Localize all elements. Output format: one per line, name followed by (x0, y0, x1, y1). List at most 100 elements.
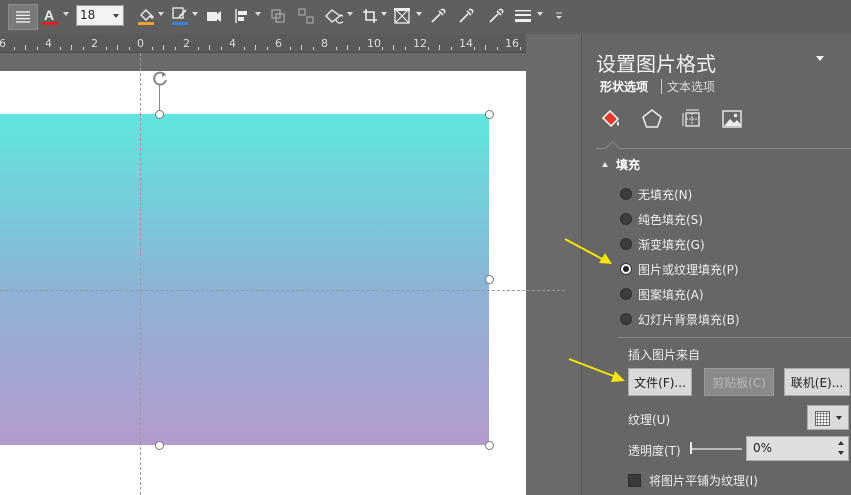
resize-handle-top-right[interactable] (485, 110, 494, 119)
ruler-tick (347, 45, 348, 50)
texture-label: 纹理(U) (628, 413, 671, 427)
ruler-tick (13, 47, 15, 50)
ruler-label: 16 (505, 37, 519, 50)
crop-icon[interactable] (360, 4, 380, 28)
tab-shape-options[interactable]: 形状选项 (600, 78, 648, 95)
tile-picture-checkbox[interactable]: 将图片平铺为纹理(I) (628, 472, 758, 489)
radio-button[interactable] (620, 313, 632, 325)
collapse-triangle-icon (602, 162, 608, 167)
radio-gradient-fill[interactable]: 渐变填充(G) (620, 235, 705, 253)
rotate-dropdown-icon[interactable] (347, 12, 353, 16)
resize-handle-right[interactable] (485, 275, 494, 284)
ruler-tick (243, 47, 245, 50)
font-size-value: 18 (80, 8, 96, 22)
fill-dropdown-icon[interactable] (158, 12, 164, 16)
crop-dropdown-icon[interactable] (381, 12, 387, 16)
ruler-tick (82, 47, 84, 50)
checkbox[interactable] (628, 474, 641, 487)
radio-button[interactable] (620, 238, 632, 250)
line-dropdown-icon[interactable] (192, 12, 198, 16)
radio-label: 图案填充(A) (638, 287, 704, 302)
ruler-tick (25, 45, 26, 50)
ungroup-icon[interactable] (296, 4, 316, 28)
radio-solid-fill[interactable]: 纯色填充(S) (620, 210, 703, 228)
sub-divider (618, 337, 851, 338)
line-color-icon[interactable] (170, 4, 190, 28)
size-properties-icon[interactable] (679, 106, 705, 132)
texture-picker[interactable] (807, 405, 849, 430)
radio-button[interactable] (620, 288, 632, 300)
online-button[interactable]: 联机(E)... (784, 368, 850, 396)
radio-label: 纯色填充(S) (638, 212, 703, 227)
ruler-tick (485, 45, 486, 50)
fill-section-header[interactable]: 填充 (602, 156, 640, 173)
ruler-tick (381, 47, 383, 50)
ruler-label: 8 (321, 37, 328, 50)
line-weight-icon[interactable] (512, 4, 534, 28)
ruler-label: 14 (459, 37, 473, 50)
align-justify-icon[interactable] (8, 4, 38, 30)
fill-line-icon[interactable] (598, 106, 624, 132)
radio-no-fill[interactable]: 无填充(N) (620, 185, 692, 203)
eyedropper-icon[interactable] (428, 4, 448, 28)
radio-label: 无填充(N) (638, 187, 693, 202)
insert-picture-from-label: 插入图片来自 (628, 348, 701, 362)
transparency-slider[interactable] (690, 448, 742, 450)
radio-slide-background-fill[interactable]: 幻灯片背景填充(B) (620, 310, 740, 328)
ruler-label: 12 (413, 37, 427, 50)
radio-button[interactable] (620, 188, 632, 200)
eyedropper-line-icon[interactable] (456, 4, 476, 28)
eyedropper-fill-icon[interactable] (486, 4, 506, 28)
line-weight-dropdown-icon[interactable] (537, 12, 543, 16)
font-color-icon[interactable]: A (40, 4, 60, 28)
radio-picture-texture-fill[interactable]: 图片或纹理填充(P) (620, 260, 739, 278)
transparency-slider-thumb[interactable] (690, 442, 692, 454)
radio-button[interactable] (620, 213, 632, 225)
rotate-handle-icon[interactable] (151, 69, 169, 87)
ruler-tick (151, 47, 153, 50)
more-icon[interactable] (552, 4, 566, 28)
radio-pattern-fill[interactable]: 图案填充(A) (620, 285, 704, 303)
tab-text-options[interactable]: 文本选项 (667, 78, 715, 95)
ruler-label: 4 (45, 37, 52, 50)
spin-up-icon[interactable] (838, 441, 844, 445)
file-button[interactable]: 文件(F)... (628, 368, 692, 396)
ruler-tick (255, 45, 256, 50)
ruler-tick (289, 47, 291, 50)
crop-shape-icon[interactable] (392, 4, 412, 28)
picture-icon[interactable] (719, 106, 745, 132)
ruler-tick (117, 45, 118, 50)
annotation-arrow-icon (568, 358, 625, 382)
resize-handle-top[interactable] (155, 110, 164, 119)
resize-handle-bottom-right[interactable] (485, 441, 494, 450)
ruler-label: 0 (137, 37, 144, 50)
font-size-input[interactable]: 18 (76, 5, 124, 26)
fill-bucket-icon[interactable] (136, 4, 156, 28)
resize-handle-bottom[interactable] (155, 441, 164, 450)
transparency-input[interactable]: 0% (746, 436, 849, 461)
ruler-tick (496, 47, 498, 50)
shape-effect-icon[interactable] (204, 4, 224, 28)
align-dropdown-icon[interactable] (255, 12, 261, 16)
ruler-tick (266, 47, 268, 50)
rotate-icon[interactable] (322, 4, 344, 28)
align-icon[interactable] (232, 4, 252, 28)
toolbar: A 18 (0, 0, 851, 34)
ruler-tick (335, 47, 337, 50)
effects-icon[interactable] (639, 106, 665, 132)
group-icon[interactable] (268, 4, 288, 28)
transparency-label: 透明度(T) (628, 444, 681, 458)
chevron-down-icon (836, 416, 842, 420)
active-tab-pointer (604, 140, 621, 157)
crop-shape-dropdown-icon[interactable] (416, 12, 422, 16)
radio-button-selected[interactable] (620, 263, 632, 275)
gradient-rectangle-shape[interactable] (0, 114, 489, 445)
vertical-smart-guide (140, 53, 141, 495)
pane-options-icon[interactable] (816, 56, 824, 61)
ruler-tick (301, 45, 302, 50)
spin-down-icon[interactable] (838, 451, 844, 455)
font-color-dropdown-icon[interactable] (63, 12, 69, 16)
ruler-tick (36, 47, 38, 50)
clipboard-button[interactable]: 剪贴板(C) (704, 368, 774, 396)
ruler-tick (197, 47, 199, 50)
